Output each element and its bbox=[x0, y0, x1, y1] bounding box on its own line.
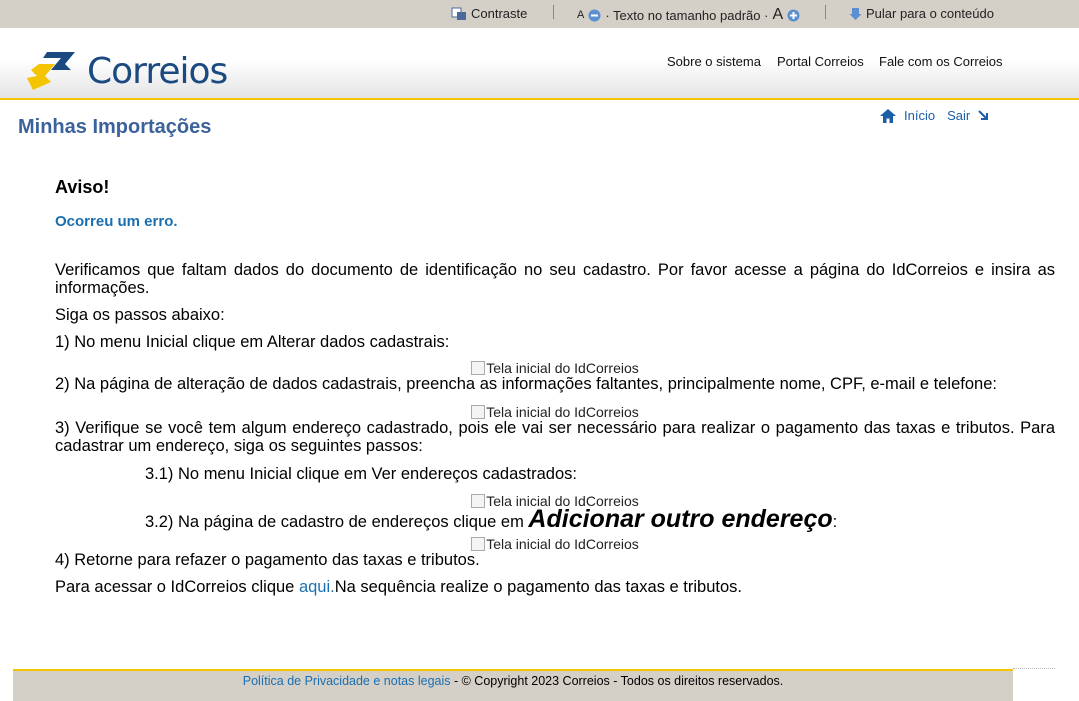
home-icon[interactable] bbox=[880, 108, 896, 123]
increase-font-label[interactable]: A bbox=[772, 6, 783, 24]
warning-heading: Aviso! bbox=[55, 177, 110, 197]
steps-intro: Siga os passos abaixo: bbox=[55, 306, 225, 324]
minus-circle-icon[interactable] bbox=[588, 9, 601, 22]
plus-circle-icon[interactable] bbox=[787, 9, 800, 22]
separator bbox=[553, 5, 554, 19]
sair-link[interactable]: Sair bbox=[947, 108, 970, 123]
divider bbox=[1013, 668, 1055, 669]
correios-logo-icon bbox=[27, 52, 75, 90]
accessibility-bar: Contraste A · Texto no tamanho padrão · … bbox=[0, 0, 1079, 28]
step-3-1: 3.1) No menu Inicial clique em Ver ender… bbox=[145, 465, 577, 483]
nav-sobre-sistema[interactable]: Sobre o sistema bbox=[667, 54, 761, 69]
privacy-policy-link[interactable]: Política de Privacidade e notas legais bbox=[243, 674, 451, 688]
decrease-font-label[interactable]: A bbox=[577, 9, 584, 21]
skip-to-content-link[interactable]: Pular para o conteúdo bbox=[849, 6, 994, 21]
page-title: Minhas Importações bbox=[18, 116, 212, 138]
separator bbox=[825, 5, 826, 19]
font-size-controls: A · Texto no tamanho padrão · A bbox=[577, 6, 800, 24]
site-header: Correios Sobre o sistema Portal Correios… bbox=[0, 28, 1079, 100]
step-3-2-image: Tela inicial do IdCorreios bbox=[55, 537, 1055, 551]
exit-arrow-icon[interactable] bbox=[978, 109, 990, 122]
copyright-text: - © Copyright 2023 Correios - Todos os d… bbox=[450, 674, 784, 688]
logo-text: Correios bbox=[87, 50, 228, 92]
nav-fale-correios[interactable]: Fale com os Correios bbox=[879, 54, 1003, 69]
step-3: 3) Verifique se você tem algum endereço … bbox=[55, 419, 1055, 455]
arrow-down-icon bbox=[849, 7, 862, 20]
page-actions: Início Sair bbox=[880, 108, 990, 123]
step-1: 1) No menu Inicial clique em Alterar dad… bbox=[55, 333, 450, 351]
step-2-image: Tela inicial do IdCorreios bbox=[55, 405, 1055, 419]
final-instruction: Para acessar o IdCorreios clique aqui.Na… bbox=[55, 578, 742, 596]
error-subheading: Ocorreu um erro. bbox=[55, 213, 178, 230]
skip-label: Pular para o conteúdo bbox=[866, 6, 994, 21]
add-address-emphasis: Adicionar outro endereço bbox=[528, 505, 833, 533]
step-4: 4) Retorne para refazer o pagamento das … bbox=[55, 551, 480, 569]
step-3-2: 3.2) Na página de cadastro de endereços … bbox=[145, 505, 838, 533]
contrast-label: Contraste bbox=[471, 6, 528, 21]
nav-portal-correios[interactable]: Portal Correios bbox=[777, 54, 864, 69]
error-message-content: Aviso! Ocorreu um erro. Verificamos que … bbox=[55, 178, 1055, 596]
inicio-link[interactable]: Início bbox=[904, 108, 935, 123]
step-1-image: Tela inicial do IdCorreios bbox=[55, 361, 1055, 375]
contrast-icon bbox=[451, 7, 466, 20]
idcorreios-link[interactable]: aqui. bbox=[299, 578, 335, 596]
contrast-toggle[interactable]: Contraste bbox=[451, 6, 527, 21]
site-footer: Política de Privacidade e notas legais -… bbox=[13, 669, 1013, 701]
step-2: 2) Na página de alteração de dados cadas… bbox=[55, 375, 997, 393]
correios-logo[interactable]: Correios bbox=[25, 50, 228, 92]
font-size-text: · Texto no tamanho padrão · bbox=[605, 7, 769, 23]
intro-text: Verificamos que faltam dados do document… bbox=[55, 261, 1055, 297]
